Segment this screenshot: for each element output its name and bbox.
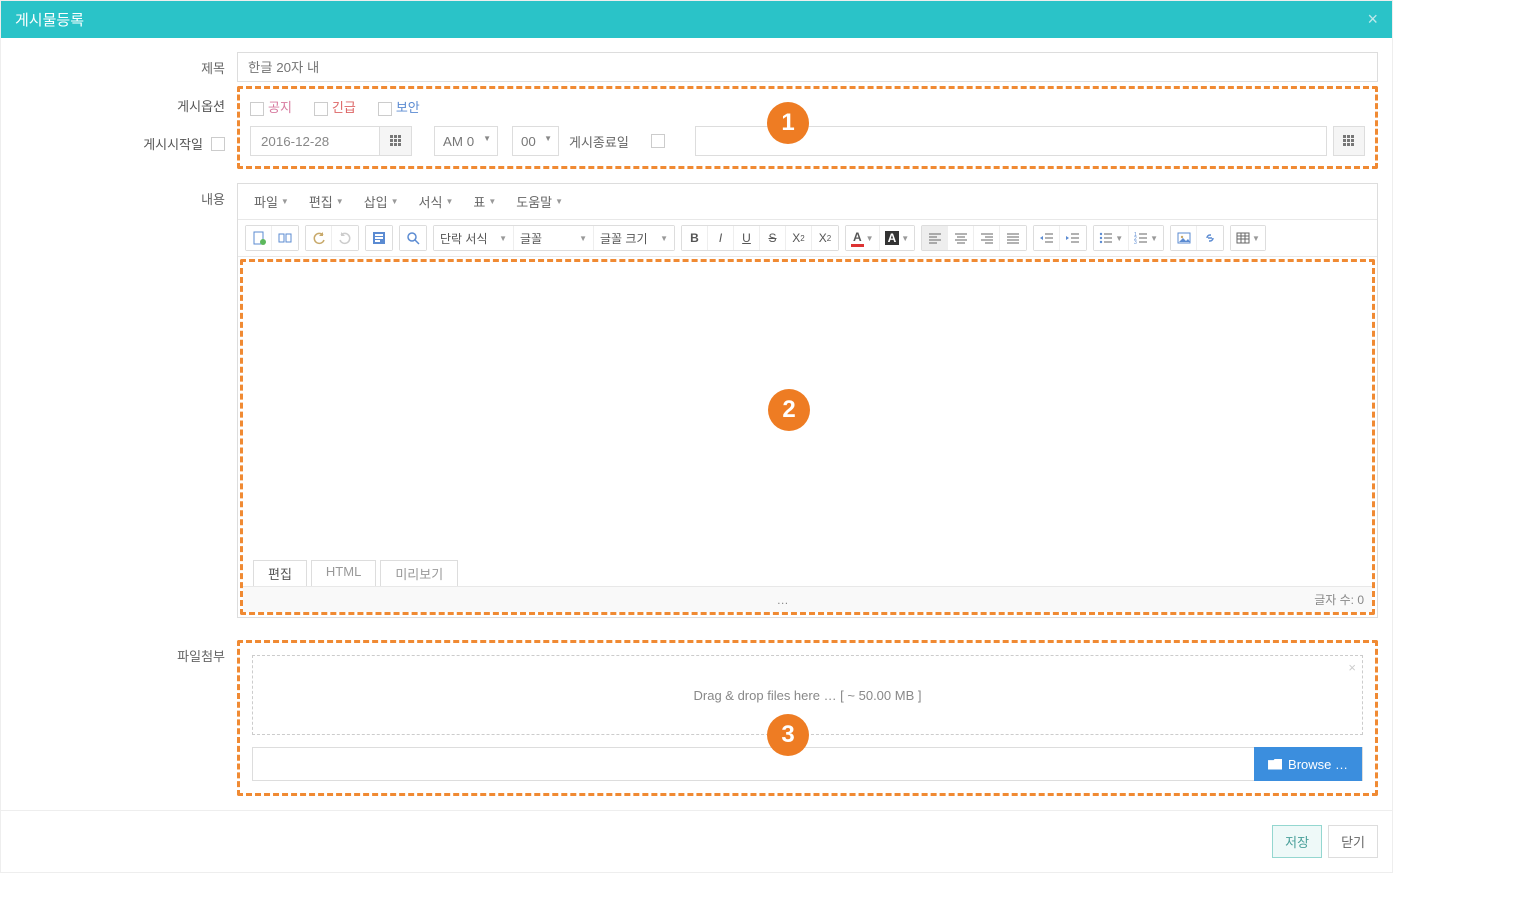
editor-menubar: 파일▼ 편집▼ 삽입▼ 서식▼ 표▼ 도움말▼ <box>238 184 1377 220</box>
menu-help[interactable]: 도움말▼ <box>506 188 573 215</box>
underline-icon[interactable]: U <box>734 226 760 250</box>
select-all-icon[interactable] <box>366 226 392 250</box>
zoom-icon[interactable] <box>400 226 426 250</box>
annotation-3: 3 <box>767 714 809 756</box>
label-title: 제목 <box>201 58 225 77</box>
menu-file[interactable]: 파일▼ <box>244 188 299 215</box>
link-icon[interactable] <box>1197 226 1223 250</box>
close-icon[interactable]: × <box>1367 9 1378 30</box>
ampm-select[interactable]: AM 0 <box>434 126 498 156</box>
new-doc-icon[interactable] <box>246 226 272 250</box>
modal-title: 게시물등록 <box>15 9 84 30</box>
modal-footer: 저장 닫기 <box>1 810 1392 872</box>
image-icon[interactable] <box>1171 226 1197 250</box>
strikethrough-icon[interactable]: S <box>760 226 786 250</box>
tab-html[interactable]: HTML <box>311 560 376 586</box>
table-icon[interactable]: ▼ <box>1231 226 1265 250</box>
close-button[interactable]: 닫기 <box>1328 825 1378 858</box>
superscript-icon[interactable]: X2 <box>786 226 812 250</box>
post-register-modal: 게시물등록 × 제목 1 공지 긴급 보안 <box>0 0 1393 873</box>
title-input[interactable] <box>237 52 1378 82</box>
annotation-2: 2 <box>768 389 810 431</box>
word-count: 글자 수: 0 <box>1314 591 1364 608</box>
label-end-date: 게시종료일 <box>569 132 635 151</box>
editor-toolbar: 단락 서식▼ 글꼴▼ 글꼴 크기▼ B I U S X2 X2 <box>238 220 1377 257</box>
font-size-select[interactable]: 글꼴 크기▼ <box>594 226 674 250</box>
redo-icon[interactable] <box>332 226 358 250</box>
align-left-icon[interactable] <box>922 226 948 250</box>
save-button[interactable]: 저장 <box>1272 825 1322 858</box>
align-right-icon[interactable] <box>974 226 1000 250</box>
bullet-list-icon[interactable]: ▼ <box>1094 226 1129 250</box>
outdent-icon[interactable] <box>1034 226 1060 250</box>
svg-text:3: 3 <box>1134 240 1137 245</box>
menu-insert[interactable]: 삽입▼ <box>354 188 409 215</box>
menu-format[interactable]: 서식▼ <box>409 188 464 215</box>
paragraph-style-select[interactable]: 단락 서식▼ <box>434 226 514 250</box>
tab-edit[interactable]: 편집 <box>253 560 307 586</box>
minute-select[interactable]: 00 <box>512 126 559 156</box>
calendar-icon[interactable] <box>380 126 412 156</box>
undo-icon[interactable] <box>306 226 332 250</box>
checkbox-start-date[interactable] <box>211 137 225 151</box>
checkbox-notice[interactable]: 공지 <box>250 97 292 116</box>
browse-button[interactable]: Browse … <box>1254 747 1362 781</box>
calendar-icon[interactable] <box>1333 126 1365 156</box>
modal-header: 게시물등록 × <box>1 1 1392 38</box>
rich-text-editor: 파일▼ 편집▼ 삽입▼ 서식▼ 표▼ 도움말▼ <box>237 183 1378 618</box>
label-start-date: 게시시작일 <box>143 134 203 153</box>
align-justify-icon[interactable] <box>1000 226 1026 250</box>
font-color-icon[interactable]: A▼ <box>846 226 880 250</box>
start-date-input[interactable] <box>250 126 380 156</box>
editor-status-bar: … 글자 수: 0 <box>243 586 1372 612</box>
checkbox-secure[interactable]: 보안 <box>378 97 420 116</box>
bg-color-icon[interactable]: A▼ <box>880 226 915 250</box>
label-attach: 파일첨부 <box>177 646 225 665</box>
indent-icon[interactable] <box>1060 226 1086 250</box>
label-content: 내용 <box>201 189 225 208</box>
label-options: 게시옵션 <box>1 96 237 115</box>
menu-table[interactable]: 표▼ <box>463 188 506 215</box>
tab-preview[interactable]: 미리보기 <box>380 560 458 586</box>
bold-icon[interactable]: B <box>682 226 708 250</box>
checkbox-urgent[interactable]: 긴급 <box>314 97 356 116</box>
number-list-icon[interactable]: 123▼ <box>1129 226 1163 250</box>
italic-icon[interactable]: I <box>708 226 734 250</box>
editor-path: … <box>251 593 1314 607</box>
file-drop-zone[interactable]: Drag & drop files here … [ ~ 50.00 MB ] … <box>252 655 1363 735</box>
font-select[interactable]: 글꼴▼ <box>514 226 594 250</box>
annotation-1: 1 <box>767 102 809 144</box>
align-center-icon[interactable] <box>948 226 974 250</box>
close-icon[interactable]: × <box>1348 660 1356 675</box>
page-break-icon[interactable] <box>272 226 298 250</box>
folder-icon <box>1268 759 1282 770</box>
menu-edit[interactable]: 편집▼ <box>299 188 354 215</box>
checkbox-end-date[interactable] <box>651 134 665 148</box>
subscript-icon[interactable]: X2 <box>812 226 838 250</box>
